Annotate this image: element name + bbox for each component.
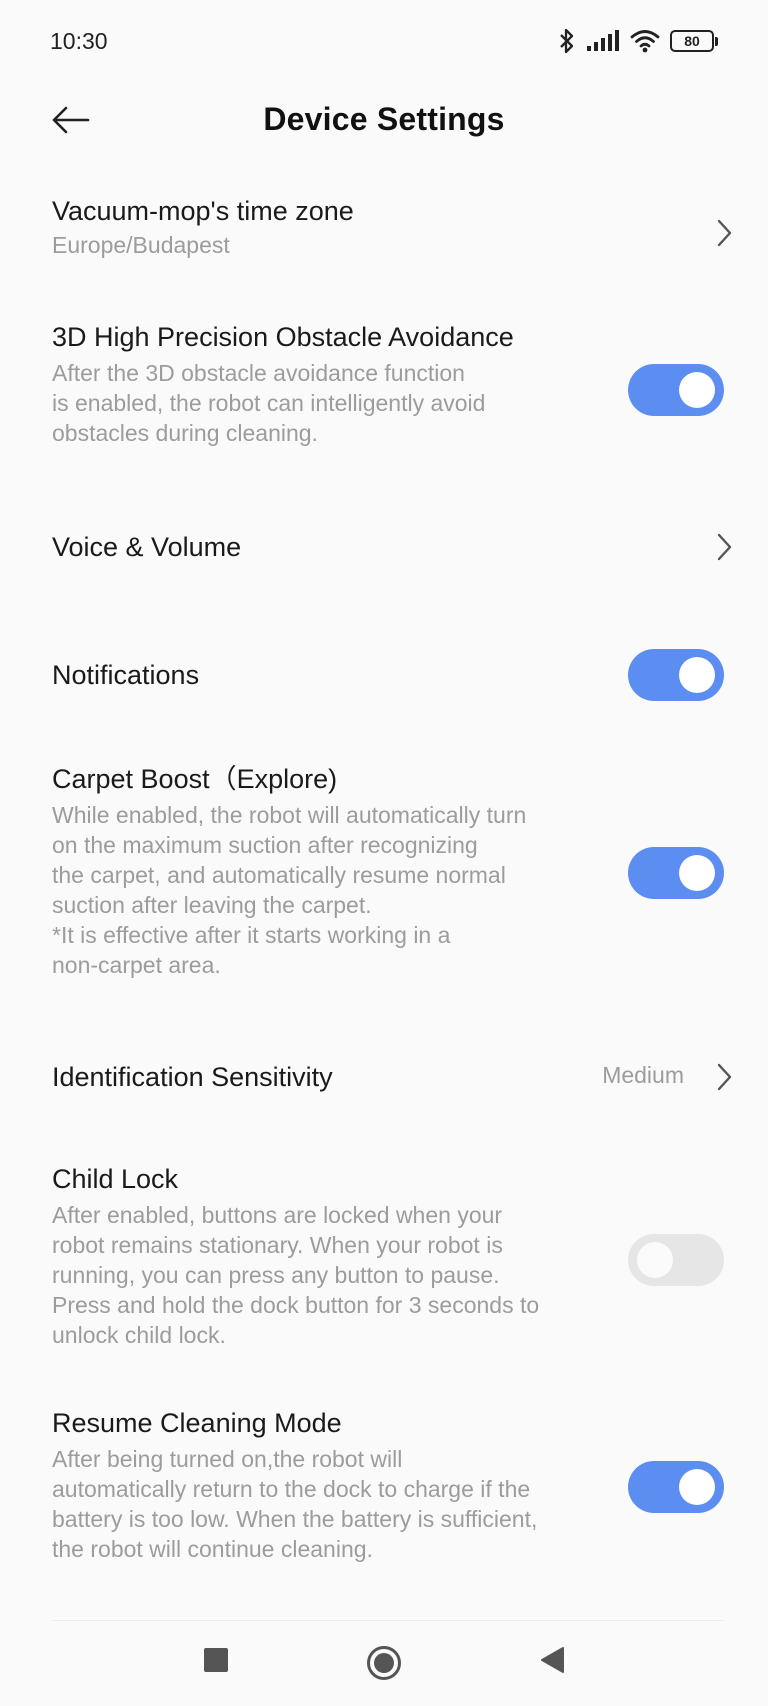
chevron-right-icon [717,533,732,561]
resume-cleaning-toggle[interactable] [628,1461,724,1513]
app-header: Device Settings [0,86,768,152]
setting-obstacle-avoidance: 3D High Precision Obstacle Avoidance Aft… [0,320,768,448]
setting-title: Resume Cleaning Mode [52,1408,342,1438]
notifications-toggle[interactable] [628,649,724,701]
setting-description: After the 3D obstacle avoidance function… [52,360,486,446]
setting-description: After being turned on,the robot will aut… [52,1446,538,1562]
page-title: Device Settings [263,100,505,137]
setting-description: After enabled, buttons are locked when y… [52,1202,540,1348]
home-button[interactable] [364,1643,404,1683]
setting-identification-sensitivity[interactable]: Identification Sensitivity Medium [0,1060,768,1094]
carpet-boost-toggle[interactable] [628,847,724,899]
bluetooth-icon [558,28,576,54]
recents-square-icon [204,1648,228,1672]
setting-title: Voice & Volume [52,532,242,562]
nav-back-button[interactable] [535,1643,569,1677]
wifi-icon [630,29,660,53]
back-button[interactable] [50,100,90,140]
signal-icon [586,30,620,52]
battery-level: 80 [670,30,714,52]
back-triangle-icon [541,1647,564,1673]
chevron-right-icon [717,1063,732,1091]
setting-value: Medium [602,1062,684,1088]
setting-title: Vacuum-mop's time zone [52,196,354,226]
setting-resume-cleaning: Resume Cleaning Mode After being turned … [0,1406,768,1564]
divider [52,1620,724,1621]
system-nav-bar [0,1625,768,1706]
recents-button[interactable] [199,1643,233,1677]
setting-notifications: Notifications [0,649,768,701]
battery-icon: 80 [670,30,718,52]
setting-child-lock: Child Lock After enabled, buttons are lo… [0,1162,768,1350]
setting-voice-volume[interactable]: Voice & Volume [0,530,768,564]
setting-carpet-boost: Carpet Boost（Explore) While enabled, the… [0,762,768,980]
setting-time-zone[interactable]: Vacuum-mop's time zone Europe/Budapest [0,194,768,260]
setting-title: Carpet Boost（Explore) [52,764,338,794]
child-lock-toggle[interactable] [628,1234,724,1286]
obstacle-avoidance-toggle[interactable] [628,364,724,416]
setting-title: 3D High Precision Obstacle Avoidance [52,322,514,352]
setting-description: While enabled, the robot will automatica… [52,802,527,978]
status-icons: 80 [558,28,718,54]
arrow-left-icon [52,106,90,134]
home-circle-icon [367,1646,401,1680]
chevron-right-icon [717,219,732,247]
setting-value: Europe/Budapest [52,232,230,258]
status-time: 10:30 [50,27,108,54]
setting-title: Child Lock [52,1164,179,1194]
setting-title: Notifications [52,660,200,690]
status-bar: 10:30 80 [0,0,768,86]
